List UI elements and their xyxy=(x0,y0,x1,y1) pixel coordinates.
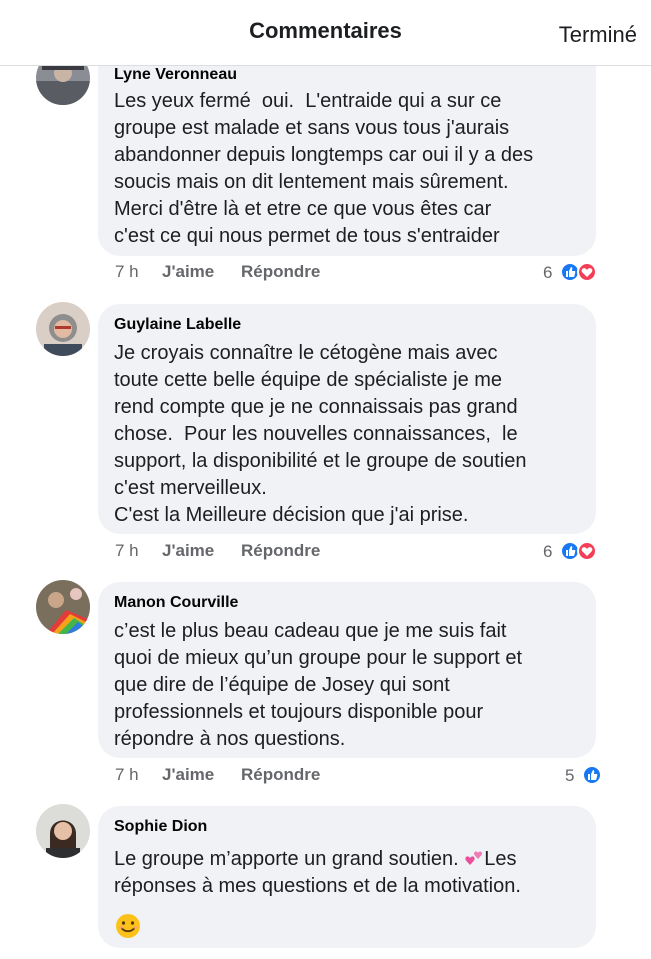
avatar[interactable] xyxy=(36,302,90,356)
avatar[interactable] xyxy=(36,804,90,858)
comment-author[interactable]: Manon Courville xyxy=(114,594,238,612)
comment-text: Les yeux fermé oui. L'entraide qui a sur… xyxy=(114,90,534,247)
comment-text: c’est le plus beau cadeau que je me suis… xyxy=(114,620,523,750)
comment-time[interactable]: 7 h xyxy=(115,541,139,561)
reply-button[interactable]: Répondre xyxy=(241,541,320,561)
comment-time[interactable]: 7 h xyxy=(115,765,139,785)
comment-text: Je croyais connaître le cétogène mais av… xyxy=(114,342,527,526)
done-button[interactable]: Terminé xyxy=(559,22,637,48)
smiling-face-emoji xyxy=(116,914,140,938)
reply-button[interactable]: Répondre xyxy=(241,765,320,785)
like-button[interactable]: J'aime xyxy=(162,765,214,785)
reactions-summary[interactable]: 6 xyxy=(541,540,607,562)
avatar[interactable] xyxy=(36,580,90,634)
avatar-photo xyxy=(36,580,90,634)
two-hearts-emoji xyxy=(465,851,483,865)
page-title: Commentaires xyxy=(249,18,402,43)
comment-author[interactable]: Lyne Veronneau xyxy=(114,66,237,84)
like-button[interactable]: J'aime xyxy=(162,541,214,561)
comment-bubble: Sophie Dion Le groupe m’apporte un grand… xyxy=(98,806,596,948)
love-icon xyxy=(577,541,597,561)
avatar-photo xyxy=(36,302,90,356)
like-icon xyxy=(582,765,602,785)
reaction-count: 5 xyxy=(565,766,575,785)
like-button[interactable]: J'aime xyxy=(162,262,214,282)
reply-button[interactable]: Répondre xyxy=(241,262,320,282)
comment-text: Le groupe m’apporte un grand soutien. Le… xyxy=(114,846,592,900)
reactions-summary[interactable]: 5 xyxy=(563,764,607,786)
comment-bubble: Manon Courville c’est le plus beau cadea… xyxy=(98,582,596,758)
reaction-count: 6 xyxy=(543,542,553,561)
reactions-summary[interactable]: 6 xyxy=(541,261,607,283)
comment-time[interactable]: 7 h xyxy=(115,262,139,282)
comment-bubble: Guylaine Labelle Je croyais connaître le… xyxy=(98,304,596,534)
reaction-count: 6 xyxy=(543,263,553,282)
comment-text-part: Le groupe m’apporte un grand soutien. xyxy=(114,848,465,870)
comment-author[interactable]: Guylaine Labelle xyxy=(114,316,241,334)
comments-header: Commentaires Terminé xyxy=(0,0,651,66)
comment-author[interactable]: Sophie Dion xyxy=(114,818,207,836)
avatar-photo xyxy=(36,804,90,858)
love-icon xyxy=(577,262,597,282)
